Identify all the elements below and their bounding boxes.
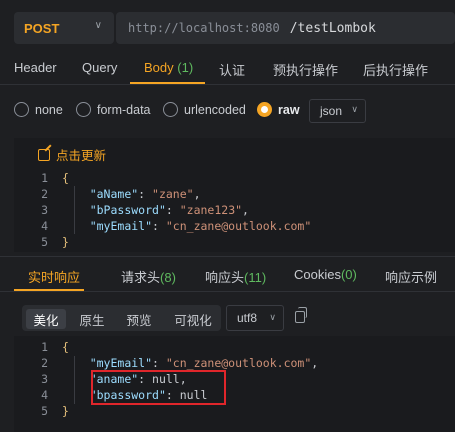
chevron-down-icon: ∨ bbox=[351, 104, 358, 114]
tab-response-headers[interactable]: 响应头(11) bbox=[205, 267, 266, 286]
tab-cookies[interactable]: Cookies(0) bbox=[294, 267, 357, 282]
radio-circle-icon bbox=[163, 102, 178, 117]
tab-post-request[interactable]: 后执行操作 bbox=[363, 60, 428, 79]
body-type-row: none form-data urlencoded raw json ∨ bbox=[0, 95, 455, 127]
tab-request-headers[interactable]: 请求头(8) bbox=[121, 267, 176, 286]
format-select[interactable]: json ∨ bbox=[309, 99, 366, 123]
view-mode-row: 美化 原生 预览 可视化 utf8 ∨ bbox=[0, 298, 455, 336]
chevron-down-icon: ∨ bbox=[94, 20, 102, 31]
radio-none[interactable]: none bbox=[14, 102, 63, 117]
tab-pre-request[interactable]: 预执行操作 bbox=[273, 60, 338, 79]
code-line: 3 "bPassword": "zane123", bbox=[41, 203, 249, 217]
tab-auth[interactable]: 认证 bbox=[219, 60, 245, 79]
method-select[interactable]: POST ∨ bbox=[14, 12, 114, 44]
response-tabs: 实时响应 请求头(8) 响应头(11) Cookies(0) 响应示例 bbox=[0, 256, 455, 292]
url-bar: POST ∨ http://localhost:8080 /testLombok bbox=[0, 0, 455, 50]
view-preview[interactable]: 预览 bbox=[119, 309, 159, 329]
view-mode-segment: 美化 原生 预览 可视化 bbox=[22, 305, 221, 331]
radio-form-data[interactable]: form-data bbox=[76, 102, 151, 117]
view-visualize[interactable]: 可视化 bbox=[168, 309, 218, 329]
radio-circle-icon bbox=[76, 102, 91, 117]
url-path: /testLombok bbox=[289, 20, 376, 36]
request-tabs: Header Query Body (1) 认证 预执行操作 后执行操作 bbox=[0, 50, 455, 85]
highlight-annotation bbox=[91, 370, 226, 405]
tab-query[interactable]: Query bbox=[82, 60, 117, 75]
radio-urlencoded[interactable]: urlencoded bbox=[163, 102, 246, 117]
copy-icon[interactable] bbox=[295, 307, 307, 323]
tab-live-response[interactable]: 实时响应 bbox=[28, 267, 80, 286]
method-label: POST bbox=[24, 20, 60, 36]
edit-icon bbox=[38, 148, 50, 161]
url-input[interactable]: http://localhost:8080 /testLombok bbox=[116, 12, 455, 44]
tab-response-examples[interactable]: 响应示例 bbox=[385, 267, 437, 286]
chevron-down-icon: ∨ bbox=[269, 312, 276, 322]
code-line: 1{ bbox=[41, 171, 69, 185]
code-line: 1{ bbox=[41, 340, 69, 354]
view-raw[interactable]: 原生 bbox=[72, 309, 112, 329]
encoding-select[interactable]: utf8 ∨ bbox=[226, 305, 284, 331]
code-line: 5} bbox=[41, 235, 69, 249]
code-line: 4 "myEmail": "cn_zane@outlook.com" bbox=[41, 219, 312, 233]
active-tab-indicator bbox=[130, 82, 205, 84]
radio-selected-icon bbox=[257, 102, 272, 117]
radio-raw[interactable]: raw bbox=[257, 102, 300, 117]
code-line: 2 "aName": "zane", bbox=[41, 187, 201, 201]
update-button[interactable]: 点击更新 bbox=[38, 145, 106, 164]
radio-circle-icon bbox=[14, 102, 29, 117]
tab-header[interactable]: Header bbox=[14, 60, 57, 75]
url-host: http://localhost:8080 bbox=[128, 21, 280, 35]
code-line: 5} bbox=[41, 404, 69, 418]
active-tab-indicator bbox=[14, 289, 84, 291]
tab-body[interactable]: Body (1) bbox=[144, 60, 193, 75]
view-pretty[interactable]: 美化 bbox=[26, 309, 66, 329]
